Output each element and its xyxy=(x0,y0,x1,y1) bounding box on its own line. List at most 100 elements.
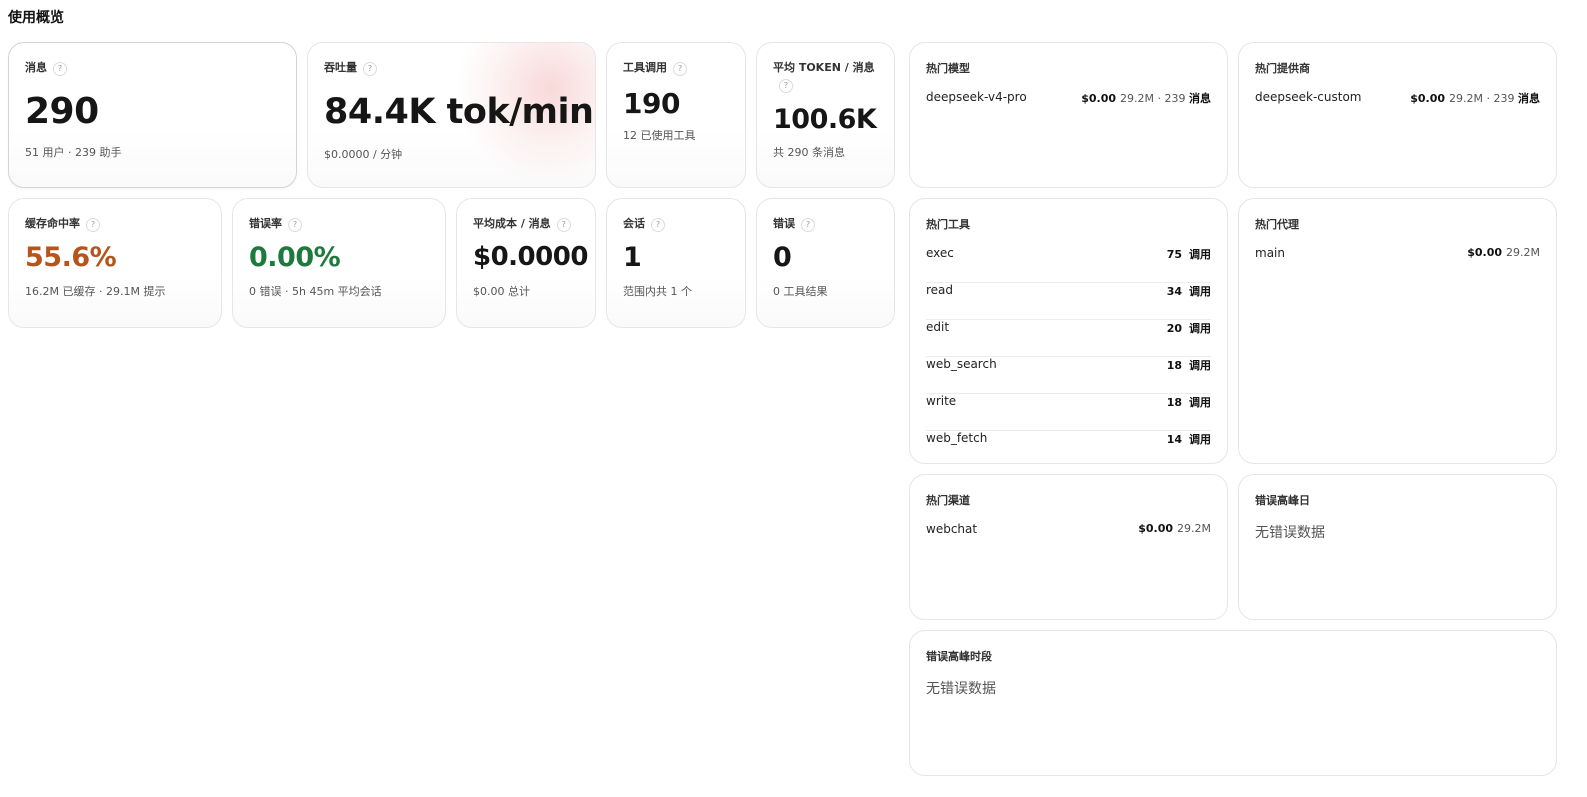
tool-name: web_search xyxy=(926,357,997,371)
avg-cost-value: $0.0000 xyxy=(473,242,588,272)
model-cost: $0.00 xyxy=(1081,92,1117,105)
avg-tokens-sub: 共 290 条消息 xyxy=(773,146,845,159)
channel-meta: 29.2M xyxy=(1177,522,1211,535)
error-rate-sub: 0 错误 · 5h 45m 平均会话 xyxy=(249,285,382,298)
top-providers-panel: 热门提供商 deepseek-custom $0.00 29.2M · 239 消… xyxy=(1238,42,1557,188)
provider-cost: $0.00 xyxy=(1410,92,1446,105)
help-icon[interactable]: ? xyxy=(363,62,377,76)
tool-row[interactable]: edit 20 调用 xyxy=(926,320,1211,357)
error-rate-label-row: 错误率? xyxy=(249,215,435,232)
sessions-value: 1 xyxy=(623,242,642,273)
list-item[interactable]: webchat $0.00 29.2M xyxy=(926,522,1211,559)
tool-calls-value: 190 xyxy=(623,87,680,120)
tool-name: write xyxy=(926,394,957,408)
list-item[interactable]: deepseek-custom $0.00 29.2M · 239 消息 xyxy=(1255,90,1540,127)
throughput-value: 84.4K tok/min xyxy=(324,92,594,132)
tool-count: 18 xyxy=(1166,396,1182,409)
tool-name: web_fetch xyxy=(926,431,988,445)
messages-value: 290 xyxy=(25,91,99,132)
error-rate-label: 错误率 xyxy=(249,217,282,230)
sessions-label: 会话 xyxy=(623,217,645,230)
empty-state: 无错误数据 xyxy=(1255,525,1325,541)
throughput-card: 吞吐量? 84.4K tok/min $0.0000 / 分钟 xyxy=(307,42,596,188)
tool-row[interactable]: read 34 调用 xyxy=(926,283,1211,320)
tool-count: 14 xyxy=(1166,433,1182,446)
help-icon[interactable]: ? xyxy=(53,62,67,76)
help-icon[interactable]: ? xyxy=(556,218,571,232)
provider-unit: 消息 xyxy=(1518,92,1540,105)
top-tools-panel: 热门工具 exec 75 调用 read 34 调用 edit 20 调用 we… xyxy=(909,198,1228,464)
list-item[interactable]: deepseek-v4-pro $0.00 29.2M · 239 消息 xyxy=(926,90,1211,127)
sessions-sub: 范围内共 1 个 xyxy=(623,285,692,298)
help-icon[interactable]: ? xyxy=(673,62,687,76)
tool-unit: 调用 xyxy=(1189,285,1211,298)
tool-row[interactable]: exec 75 调用 xyxy=(926,246,1211,283)
messages-label-row: 消息? xyxy=(25,59,286,76)
errors-card: 错误? 0 0 工具结果 xyxy=(756,198,895,328)
avg-cost-card: 平均成本 / 消息? $0.0000 $0.00 总计 xyxy=(456,198,596,328)
top-channels-title: 热门渠道 xyxy=(926,494,970,507)
tool-calls-label-row: 工具调用? xyxy=(623,59,735,76)
tool-count: 75 xyxy=(1166,248,1182,261)
throughput-sub: $0.0000 / 分钟 xyxy=(324,148,403,161)
empty-state: 无错误数据 xyxy=(926,681,996,697)
help-icon[interactable]: ? xyxy=(779,79,793,93)
help-icon[interactable]: ? xyxy=(86,218,100,232)
avg-tokens-card: 平均 TOKEN / 消息? 100.6K 共 290 条消息 xyxy=(756,42,895,188)
tool-row[interactable]: web_search 18 调用 xyxy=(926,357,1211,394)
errors-label-row: 错误? xyxy=(773,215,884,232)
errors-sub: 0 工具结果 xyxy=(773,285,828,298)
agent-name: main xyxy=(1255,246,1285,260)
avg-tokens-label-row: 平均 TOKEN / 消息? xyxy=(773,59,884,93)
error-rate-value: 0.00% xyxy=(249,242,341,273)
provider-name: deepseek-custom xyxy=(1255,90,1362,104)
tool-calls-label: 工具调用 xyxy=(623,61,667,74)
tool-name: edit xyxy=(926,320,950,334)
top-agents-title: 热门代理 xyxy=(1255,218,1299,231)
avg-tokens-value: 100.6K xyxy=(773,104,877,135)
help-icon[interactable]: ? xyxy=(651,218,665,232)
error-peak-day-panel: 错误高峰日 无错误数据 xyxy=(1238,474,1557,620)
help-icon[interactable]: ? xyxy=(288,218,302,232)
tool-unit: 调用 xyxy=(1189,433,1211,446)
tool-unit: 调用 xyxy=(1189,322,1211,335)
tool-count: 18 xyxy=(1166,359,1182,372)
tool-calls-sub: 12 已使用工具 xyxy=(623,129,696,142)
cache-hit-card: 缓存命中率? 55.6% 16.2M 已缓存 · 29.1M 提示 xyxy=(8,198,222,328)
channel-cost: $0.00 xyxy=(1138,522,1174,535)
agent-cost: $0.00 xyxy=(1467,246,1503,259)
top-tools-title: 热门工具 xyxy=(926,218,970,231)
list-item[interactable]: main $0.00 29.2M xyxy=(1255,246,1540,283)
tool-unit: 调用 xyxy=(1189,359,1211,372)
top-agents-panel: 热门代理 main $0.00 29.2M xyxy=(1238,198,1557,464)
help-icon[interactable]: ? xyxy=(801,218,815,232)
avg-cost-label: 平均成本 / 消息 xyxy=(473,217,551,230)
tool-row[interactable]: write 18 调用 xyxy=(926,394,1211,431)
throughput-label-row: 吞吐量? xyxy=(324,59,585,76)
tool-name: read xyxy=(926,283,954,297)
cache-hit-label-row: 缓存命中率? xyxy=(25,215,211,232)
messages-card: 消息? 290 51 用户 · 239 助手 xyxy=(8,42,297,188)
provider-meta: 29.2M · 239 xyxy=(1449,92,1515,105)
cache-hit-value: 55.6% xyxy=(25,242,117,273)
error-peak-day-title: 错误高峰日 xyxy=(1255,494,1310,507)
channel-name: webchat xyxy=(926,522,978,536)
top-models-panel: 热门模型 deepseek-v4-pro $0.00 29.2M · 239 消息 xyxy=(909,42,1228,188)
agent-meta: 29.2M xyxy=(1506,246,1540,259)
top-channels-panel: 热门渠道 webchat $0.00 29.2M xyxy=(909,474,1228,620)
avg-tokens-label: 平均 TOKEN / 消息 xyxy=(773,61,875,74)
tool-count: 20 xyxy=(1166,322,1182,335)
avg-cost-label-row: 平均成本 / 消息? xyxy=(473,215,585,232)
error-peak-hour-panel: 错误高峰时段 无错误数据 xyxy=(909,630,1557,776)
tool-row[interactable]: web_fetch 14 调用 xyxy=(926,431,1211,463)
errors-label: 错误 xyxy=(773,217,795,230)
tool-name: exec xyxy=(926,246,954,260)
error-rate-card: 错误率? 0.00% 0 错误 · 5h 45m 平均会话 xyxy=(232,198,446,328)
sessions-label-row: 会话? xyxy=(623,215,735,232)
avg-cost-sub: $0.00 总计 xyxy=(473,285,530,298)
tool-unit: 调用 xyxy=(1189,248,1211,261)
error-peak-hour-title: 错误高峰时段 xyxy=(926,650,992,663)
messages-sub: 51 用户 · 239 助手 xyxy=(25,146,122,159)
top-models-title: 热门模型 xyxy=(926,62,970,75)
tool-unit: 调用 xyxy=(1189,396,1211,409)
